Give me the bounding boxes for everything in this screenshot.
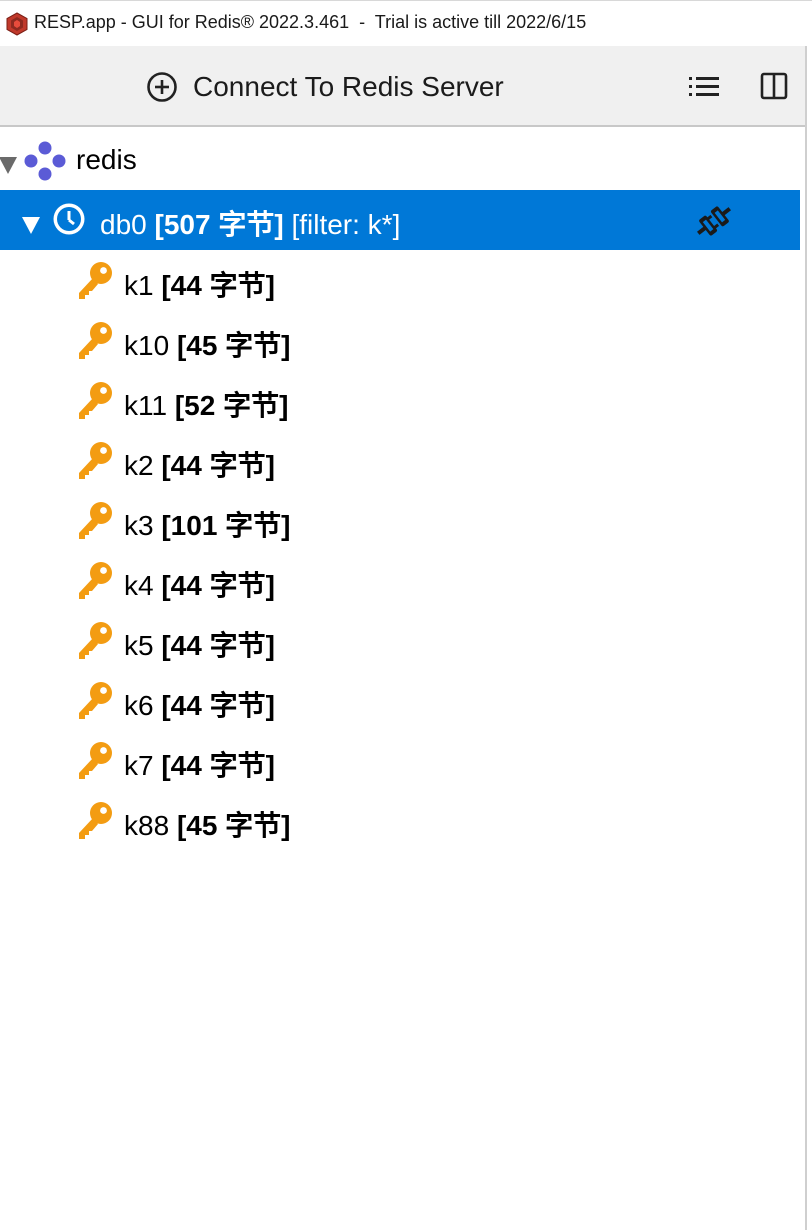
collapse-arrow-icon[interactable] xyxy=(0,157,17,174)
key-name: k11 xyxy=(124,390,168,421)
database-filter: [filter: k*] xyxy=(291,209,401,240)
key-size: [45 字节] xyxy=(176,330,291,361)
tree-key-row[interactable]: k11 [52 字节] xyxy=(0,370,800,430)
key-icon xyxy=(76,620,114,660)
key-name: k1 xyxy=(124,270,154,301)
tree-server-row[interactable]: redis xyxy=(0,130,800,190)
key-size: [44 字节] xyxy=(161,570,275,601)
database-label: db0 [507 字节] [filter: k*] xyxy=(100,203,400,243)
key-size: [44 字节] xyxy=(161,270,275,301)
list-view-icon[interactable] xyxy=(687,70,721,104)
key-name: k4 xyxy=(124,570,154,601)
key-size: [44 字节] xyxy=(161,630,275,661)
tree-key-row[interactable]: k4 [44 字节] xyxy=(0,550,800,610)
key-label: k11 [52 字节] xyxy=(124,384,288,424)
tree-key-row[interactable]: k6 [44 字节] xyxy=(0,670,800,730)
key-label: k88 [45 字节] xyxy=(124,804,291,844)
key-icon xyxy=(76,800,114,840)
key-size: [44 字节] xyxy=(161,750,275,781)
key-size: [52 字节] xyxy=(174,390,289,421)
key-label: k6 [44 字节] xyxy=(124,684,275,724)
key-name: k7 xyxy=(124,750,154,781)
database-size: [507 字节] xyxy=(154,209,284,240)
key-icon xyxy=(76,380,114,420)
key-icon xyxy=(76,740,114,780)
key-name: k2 xyxy=(124,450,154,481)
key-label: k10 [45 字节] xyxy=(124,324,291,364)
tree-key-row[interactable]: k10 [45 字节] xyxy=(0,310,800,370)
key-name: k5 xyxy=(124,630,154,661)
panel-divider xyxy=(805,46,807,1230)
connect-to-redis-server-button[interactable]: Connect To Redis Server xyxy=(146,66,504,108)
key-label: k3 [101 字节] xyxy=(124,504,291,544)
tree-key-row[interactable]: k2 [44 字节] xyxy=(0,430,800,490)
redis-server-icon xyxy=(24,141,66,181)
key-name: k88 xyxy=(124,810,170,841)
key-label: k4 [44 字节] xyxy=(124,564,275,604)
clock-database-icon xyxy=(53,203,85,235)
tree-key-row[interactable]: k1 [44 字节] xyxy=(0,250,800,310)
tree-database-row[interactable]: db0 [507 字节] [filter: k*] xyxy=(0,190,800,250)
key-icon xyxy=(76,680,114,720)
key-size: [44 字节] xyxy=(161,690,275,721)
key-icon xyxy=(76,260,114,300)
key-icon xyxy=(76,320,114,360)
tree-key-row[interactable]: k7 [44 字节] xyxy=(0,730,800,790)
key-name: k3 xyxy=(124,510,154,541)
tree-key-row[interactable]: k5 [44 字节] xyxy=(0,610,800,670)
resp-app-icon xyxy=(6,12,28,36)
connect-button-label: Connect To Redis Server xyxy=(193,71,504,102)
key-label: k7 [44 字节] xyxy=(124,744,275,784)
key-icon xyxy=(76,500,114,540)
key-size: [44 字节] xyxy=(161,450,275,481)
key-name: k6 xyxy=(124,690,154,721)
server-name: redis xyxy=(76,144,137,175)
key-icon xyxy=(76,560,114,600)
window-titlebar: RESP.app - GUI for Redis® 2022.3.461 - T… xyxy=(0,0,812,46)
key-name: k10 xyxy=(124,330,170,361)
split-panel-icon[interactable] xyxy=(758,70,792,104)
tree-key-row[interactable]: k88 [45 字节] xyxy=(0,790,800,850)
key-size: [45 字节] xyxy=(176,810,291,841)
add-circle-icon xyxy=(147,72,177,102)
tree-key-row[interactable]: k3 [101 字节] xyxy=(0,490,800,550)
toolbar: Connect To Redis Server xyxy=(0,46,806,127)
key-icon xyxy=(76,440,114,480)
collapse-arrow-icon[interactable] xyxy=(22,217,40,234)
database-name: db0 xyxy=(100,209,147,240)
key-label: k2 [44 字节] xyxy=(124,444,275,484)
key-label: k1 [44 字节] xyxy=(124,264,275,304)
window-title: RESP.app - GUI for Redis® 2022.3.461 - T… xyxy=(34,12,587,32)
key-label: k5 [44 字节] xyxy=(124,624,275,664)
key-size: [101 字节] xyxy=(161,510,291,541)
disconnect-plug-icon[interactable] xyxy=(690,198,738,244)
